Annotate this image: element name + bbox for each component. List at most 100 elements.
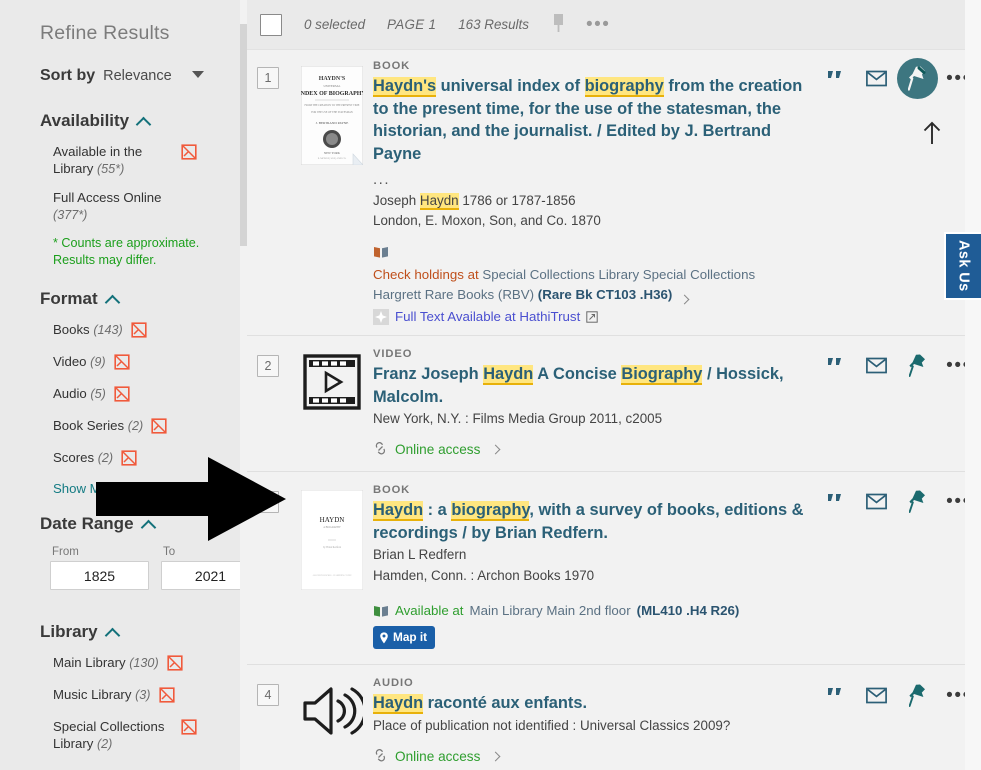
ask-us-tab[interactable]: Ask Us	[944, 232, 981, 300]
book-icon	[374, 605, 388, 617]
pin-button[interactable]	[897, 489, 938, 515]
exclude-facet-icon[interactable]	[151, 418, 167, 439]
chevron-right-icon[interactable]	[490, 444, 501, 455]
facet-item-count: (5)	[90, 387, 106, 402]
result-details: AUDIO Haydn raconté aux enfants. Place o…	[373, 677, 815, 764]
table-row[interactable]: 2 VIDEO Franz Joseph Haydn A Concise Bio…	[247, 335, 981, 472]
pin-icon	[908, 354, 925, 378]
facet-item-scores[interactable]: Scores (2)	[40, 449, 247, 470]
sidebar-scrollbar-thumb[interactable]	[240, 24, 247, 246]
holdings-line[interactable]: Available at Main Library Main 2nd floor…	[373, 601, 805, 651]
collapse-record-button[interactable]	[921, 120, 943, 151]
facet-header-date-range[interactable]: Date Range	[40, 514, 247, 535]
pin-button[interactable]	[897, 682, 938, 708]
exclude-facet-icon[interactable]	[158, 687, 175, 708]
facet-header-availability[interactable]: Availability	[40, 111, 247, 132]
hathitrust-icon	[373, 308, 389, 325]
result-thumbnail[interactable]	[291, 348, 373, 457]
chevron-right-icon[interactable]	[490, 751, 501, 762]
cite-button[interactable]	[815, 682, 856, 708]
fulltext-line[interactable]: Full Text Available at HathiTrust	[373, 307, 805, 327]
facet-item-label: Main Library	[53, 655, 126, 671]
svg-text:A BIOGRAPHY: A BIOGRAPHY	[323, 526, 341, 529]
online-access-line[interactable]: Online access	[373, 749, 805, 764]
chevron-up-icon[interactable]	[135, 116, 152, 132]
email-button[interactable]	[856, 65, 897, 91]
chevron-right-icon[interactable]	[679, 294, 690, 305]
svg-text:HAYDN'S: HAYDN'S	[319, 76, 346, 82]
facet-item-label: Music Library	[53, 687, 132, 703]
table-row[interactable]: 3 HAYDN A BIOGRAPHY by Brian Redfern ARC…	[247, 471, 981, 666]
facet-item-music-library[interactable]: Music Library (3)	[40, 686, 247, 707]
result-number: 4	[257, 684, 279, 707]
holdings-line[interactable]: Check holdings at Special Collections Li…	[373, 242, 805, 305]
exclude-facet-icon[interactable]	[167, 655, 183, 676]
facet-item-books[interactable]: Books (143)	[40, 321, 247, 342]
exclude-facet-icon[interactable]	[181, 719, 197, 740]
pin-icon[interactable]	[551, 13, 566, 38]
result-number-cell: 2	[247, 348, 291, 457]
facet-item-book-series[interactable]: Book Series (2)	[40, 417, 247, 438]
email-icon	[866, 70, 887, 86]
fulltext-link[interactable]: Full Text Available at HathiTrust	[395, 307, 580, 327]
refine-results-sidebar: Refine Results Sort by Relevance Availab…	[0, 0, 247, 770]
result-title-link[interactable]: Haydn raconté aux enfants.	[373, 692, 805, 715]
facet-item-special-collections-library[interactable]: Special Collections Library (2)	[40, 718, 247, 753]
email-button[interactable]	[856, 353, 897, 379]
exclude-facet-icon[interactable]	[114, 386, 130, 407]
exclude-facet-icon[interactable]	[113, 354, 130, 375]
cite-button[interactable]	[815, 65, 856, 91]
external-link-icon	[586, 311, 598, 323]
chevron-down-icon[interactable]	[191, 71, 204, 78]
facet-item-available-in-library[interactable]: Available in the Library (55*)	[40, 143, 247, 178]
facet-item-audio[interactable]: Audio (5)	[40, 385, 247, 406]
email-button[interactable]	[856, 489, 897, 515]
exclude-facet-icon[interactable]	[181, 144, 197, 165]
date-from-input[interactable]	[50, 561, 149, 591]
facet-item-full-access-online[interactable]: Full Access Online (377*)	[40, 189, 247, 224]
chevron-up-icon[interactable]	[104, 627, 120, 643]
facet-title: Library	[40, 622, 98, 642]
pin-button[interactable]	[897, 58, 938, 99]
holdings-callnumber: (Rare Bk CT103 .H36)	[537, 287, 673, 303]
chevron-up-icon[interactable]	[104, 294, 120, 310]
facet-header-library[interactable]: Library	[40, 622, 247, 643]
cite-button[interactable]	[815, 353, 856, 379]
result-thumbnail[interactable]	[291, 677, 373, 763]
result-type: AUDIO	[373, 677, 414, 690]
facet-header-format[interactable]: Format	[40, 289, 247, 310]
online-access-label[interactable]: Online access	[395, 749, 480, 764]
speaker-icon	[303, 687, 363, 735]
page-indicator: PAGE 1	[387, 17, 437, 32]
ellipsis-icon[interactable]: •••	[586, 15, 610, 34]
page-scrollbar-track[interactable]	[965, 0, 981, 770]
cite-button[interactable]	[815, 489, 856, 515]
result-title-link[interactable]: Haydn : a biography, with a survey of bo…	[373, 499, 805, 544]
email-icon	[866, 687, 887, 704]
exclude-facet-icon[interactable]	[131, 322, 147, 343]
facet-item-main-library[interactable]: Main Library (130)	[40, 654, 247, 675]
show-more-format-link[interactable]: Show More	[40, 481, 247, 496]
result-title-link[interactable]: Haydn's universal index of biography fro…	[373, 75, 805, 166]
map-it-button[interactable]: Map it	[373, 625, 436, 650]
date-to-input[interactable]	[161, 561, 247, 591]
date-from-label: From	[52, 546, 79, 559]
facet-title: Date Range	[40, 514, 134, 534]
svg-text:INDEX OF BIOGRAPHY: INDEX OF BIOGRAPHY	[301, 91, 363, 97]
result-thumbnail[interactable]: HAYDN A BIOGRAPHY by Brian Redfern ARCHO…	[291, 484, 373, 652]
facet-group-availability: Availability Available in the Library (5…	[40, 111, 247, 269]
online-access-line[interactable]: Online access	[373, 442, 805, 457]
chevron-up-icon[interactable]	[140, 519, 156, 535]
pin-button[interactable]	[897, 353, 938, 379]
online-access-label[interactable]: Online access	[395, 442, 480, 457]
result-title-link[interactable]: Franz Joseph Haydn A Concise Biography /…	[373, 363, 805, 408]
sort-by-control[interactable]: Sort by Relevance	[40, 67, 247, 85]
svg-text:FOR THE USE OF THE STATESMAN: FOR THE USE OF THE STATESMAN	[311, 111, 353, 114]
table-row[interactable]: 1 HAYDN'S UNIVERSAL INDEX OF BIOGRAPHY F…	[247, 50, 981, 336]
select-all-checkbox[interactable]	[260, 13, 282, 36]
table-row[interactable]: 4 AUDIO Haydn raconté aux enfants. Place…	[247, 665, 981, 770]
exclude-facet-icon[interactable]	[121, 450, 137, 471]
result-thumbnail[interactable]: HAYDN'S UNIVERSAL INDEX OF BIOGRAPHY FRO…	[291, 60, 373, 329]
email-button[interactable]	[856, 682, 897, 708]
facet-item-video[interactable]: Video (9)	[40, 353, 247, 374]
